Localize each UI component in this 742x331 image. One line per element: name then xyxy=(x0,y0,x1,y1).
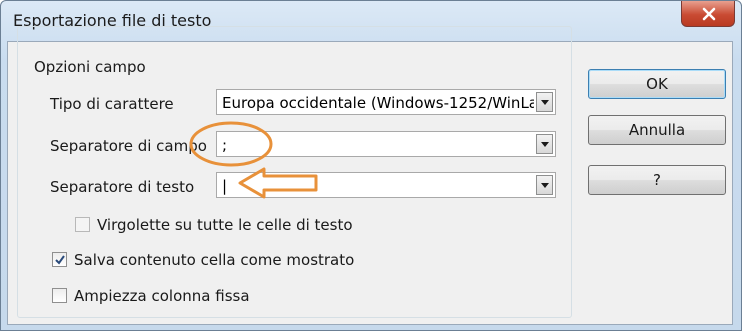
close-icon xyxy=(702,7,716,21)
help-button[interactable]: ? xyxy=(588,165,726,195)
chevron-down-icon xyxy=(541,100,549,105)
text-separator-label-text: Separatore di testo xyxy=(50,178,195,196)
chevron-down-icon xyxy=(541,142,549,147)
save-as-shown-label: Salva contenuto cella come mostrato xyxy=(74,251,355,269)
fixed-width-checkbox[interactable] xyxy=(52,288,67,303)
checkmark-icon xyxy=(55,255,65,265)
fixed-width-label: Ampiezza colonna fissa xyxy=(74,287,250,305)
quote-all-label: Virgolette su tutte le celle di testo xyxy=(97,216,353,234)
chevron-down-icon xyxy=(541,183,549,188)
field-separator-label: Separatore di campo xyxy=(50,137,207,155)
charset-label: Tipo di carattere xyxy=(50,95,174,113)
field-separator-combobox[interactable]: ; xyxy=(216,131,556,157)
text-separator-label: Separatore di testo xyxy=(50,178,194,196)
close-button[interactable] xyxy=(681,1,735,27)
cancel-button[interactable]: Annulla xyxy=(588,115,726,145)
field-separator-dropdown-button[interactable] xyxy=(536,134,553,154)
ok-button[interactable]: OK xyxy=(588,69,726,99)
field-separator-value: ; xyxy=(222,136,228,154)
text-separator-value: | xyxy=(222,177,228,195)
text-separator-dropdown-button[interactable] xyxy=(536,175,553,195)
quote-all-checkbox[interactable] xyxy=(75,217,90,232)
save-as-shown-checkbox[interactable] xyxy=(52,252,67,267)
charset-value: Europa occidentale (Windows-1252/WinLat xyxy=(222,94,534,112)
charset-label-text: Tipo di carattere xyxy=(50,95,174,113)
field-separator-label-text: Separatore di campo xyxy=(50,137,207,155)
text-separator-combobox[interactable]: | xyxy=(216,172,556,198)
group-title: Opzioni campo xyxy=(30,58,150,76)
charset-dropdown-button[interactable] xyxy=(536,92,553,112)
charset-select[interactable]: Europa occidentale (Windows-1252/WinLat xyxy=(216,89,556,115)
